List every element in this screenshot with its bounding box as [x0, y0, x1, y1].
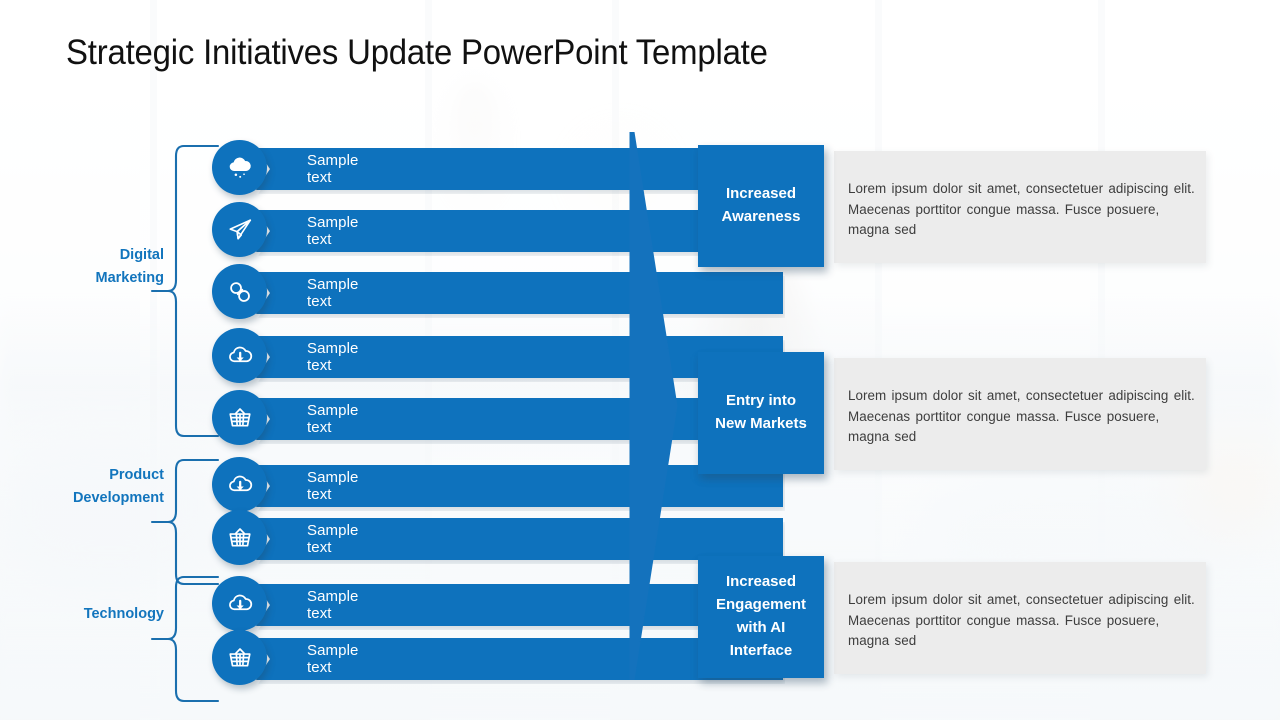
row-label: Sample text: [307, 522, 359, 556]
card-heading: Entry into New Markets: [698, 352, 824, 474]
card-body-text: Lorem ipsum dolor sit amet, consectetuer…: [848, 181, 1195, 237]
card-heading-line-1: Entry into: [726, 392, 796, 410]
category-label-line-1: Digital: [119, 247, 164, 263]
row-label: Sample text: [307, 588, 359, 622]
bracket-technology: [150, 575, 220, 703]
shopping-basket-icon: [225, 643, 255, 673]
category-label-technology: Technology: [14, 603, 164, 626]
card-heading-line-4: Interface: [729, 641, 793, 659]
row-icon-badge[interactable]: [212, 510, 267, 565]
card-heading: Increased Engagement with AI Interface: [698, 556, 824, 678]
bracket-product-development: [150, 458, 220, 586]
category-label-product-development: Product Development: [14, 464, 164, 511]
page-title: Strategic Initiatives Update PowerPoint …: [66, 33, 768, 72]
cloud-download-icon: [225, 341, 255, 371]
row-label: Sample text: [307, 469, 359, 503]
card-body: Lorem ipsum dolor sit amet, consectetuer…: [834, 562, 1206, 674]
row-icon-badge[interactable]: [212, 202, 267, 257]
row-icon-badge[interactable]: [212, 390, 267, 445]
card-heading-line-2: Awareness: [721, 208, 801, 225]
slide-canvas: Strategic Initiatives Update PowerPoint …: [0, 0, 1280, 720]
category-label-line-1: Product: [109, 467, 164, 483]
card-body-text: Lorem ipsum dolor sit amet, consectetuer…: [848, 592, 1195, 648]
category-label-line-2: Development: [72, 490, 164, 507]
row-label: Sample text: [307, 642, 359, 676]
card-heading: Increased Awareness: [698, 145, 824, 267]
row-icon-badge[interactable]: [212, 457, 267, 512]
category-label-digital-marketing: Digital Marketing: [14, 244, 165, 291]
row-label: Sample text: [307, 402, 359, 436]
card-heading-line-3: with AI: [736, 619, 786, 636]
card-body-text: Lorem ipsum dolor sit amet, consectetuer…: [848, 388, 1195, 444]
category-label-line-1: Technology: [83, 606, 164, 622]
card-body: Lorem ipsum dolor sit amet, consectetuer…: [834, 151, 1206, 263]
card-heading-line-2: New Markets: [715, 415, 807, 432]
cloud-download-icon: [225, 589, 255, 619]
card-body: Lorem ipsum dolor sit amet, consectetuer…: [834, 358, 1206, 470]
card-heading-line-2: Engagement: [715, 596, 806, 614]
cloud-rain-icon: [225, 153, 255, 183]
card-heading-line-1: Increased: [725, 185, 797, 203]
category-label-line-2: Marketing: [95, 270, 165, 287]
chain-link-icon: [225, 277, 255, 307]
shopping-basket-icon: [225, 523, 255, 553]
row-label: Sample text: [307, 214, 359, 248]
row-label: Sample text: [307, 276, 359, 310]
right-chevron-arrow-icon: [612, 131, 692, 685]
row-icon-badge[interactable]: [212, 140, 267, 195]
row-icon-badge[interactable]: [212, 264, 267, 319]
card-heading-line-1: Increased: [725, 573, 797, 591]
row-icon-badge[interactable]: [212, 630, 267, 685]
shopping-basket-icon: [225, 403, 255, 433]
row-icon-badge[interactable]: [212, 328, 267, 383]
row-label: Sample text: [307, 152, 359, 186]
row-icon-badge[interactable]: [212, 576, 267, 631]
row-label: Sample text: [307, 340, 359, 374]
paper-plane-icon: [225, 215, 255, 245]
cloud-download-icon: [225, 470, 255, 500]
